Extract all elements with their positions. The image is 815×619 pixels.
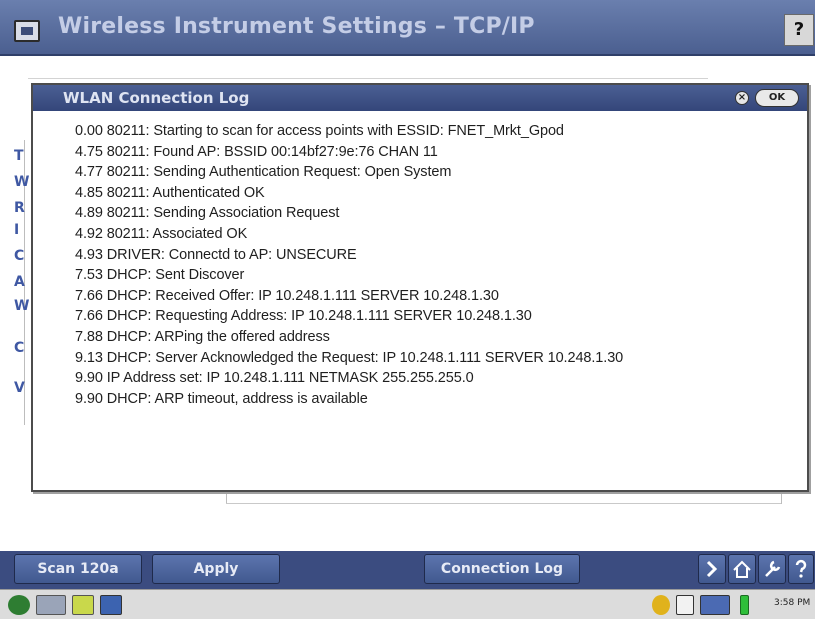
wrench-icon[interactable] — [758, 554, 786, 584]
log-line: 7.66 DHCP: Requesting Address: IP 10.248… — [75, 308, 532, 325]
connection-log-list: 0.00 80211: Starting to scan for access … — [75, 121, 805, 409]
log-line: 9.90 DHCP: ARP timeout, address is avail… — [75, 390, 368, 407]
log-line: 0.00 80211: Starting to scan for access … — [75, 123, 564, 139]
question-icon[interactable] — [788, 554, 814, 584]
window-switch-icon[interactable] — [100, 595, 122, 615]
window-titlebar: Wireless Instrument Settings – TCP/IP ? — [0, 0, 815, 56]
log-line: 4.85 80211: Authenticated OK — [75, 184, 265, 201]
background-divider — [781, 492, 782, 504]
apply-button-label: Apply — [193, 561, 239, 577]
dialog-titlebar: WLAN Connection Log × OK — [33, 85, 807, 111]
wlan-connection-log-dialog: WLAN Connection Log × OK 0.00 80211: Sta… — [31, 83, 809, 492]
notes-icon[interactable] — [72, 595, 94, 615]
background-label: W — [14, 174, 30, 190]
connection-log-button[interactable]: Connection Log — [424, 554, 580, 584]
background-label: T — [14, 148, 24, 164]
log-line: 4.89 80211: Sending Association Request — [75, 205, 340, 222]
background-label: A — [14, 274, 25, 290]
background-label: R — [14, 200, 25, 216]
notification-icon[interactable] — [652, 595, 670, 615]
ok-button[interactable]: OK — [755, 89, 799, 107]
log-line: 9.90 IP Address set: IP 10.248.1.111 NET… — [75, 370, 474, 387]
log-line: 9.13 DHCP: Server Acknowledged the Reque… — [75, 349, 624, 366]
home-icon[interactable] — [728, 554, 756, 584]
background-divider — [226, 503, 782, 504]
background-label: C — [14, 248, 25, 264]
button-bar: Scan 120a Apply Connection Log — [0, 551, 815, 589]
background-label: I — [14, 222, 20, 238]
log-line: 7.53 DHCP: Sent Discover — [75, 267, 245, 284]
battery-icon — [740, 595, 749, 615]
apply-button[interactable]: Apply — [152, 554, 280, 584]
log-line: 4.77 80211: Sending Authentication Reque… — [75, 164, 452, 181]
keyboard-icon[interactable] — [36, 595, 66, 615]
connection-log-button-label: Connection Log — [440, 561, 564, 577]
window-icon — [14, 20, 40, 42]
ok-button-label: OK — [768, 92, 786, 103]
log-line: 7.88 DHCP: ARPing the offered address — [75, 328, 330, 345]
log-line: 7.66 DHCP: Received Offer: IP 10.248.1.1… — [75, 287, 499, 304]
clipboard-icon[interactable] — [676, 595, 694, 615]
help-button-label: ? — [793, 19, 805, 40]
log-line: 4.75 80211: Found AP: BSSID 00:14bf27:9e… — [75, 143, 438, 160]
background-label: V — [14, 380, 25, 396]
background-label: W — [14, 298, 30, 314]
start-icon[interactable] — [8, 595, 30, 615]
chevron-right-icon[interactable] — [698, 554, 726, 584]
close-label: × — [737, 92, 747, 103]
window-title: Wireless Instrument Settings – TCP/IP — [58, 14, 535, 39]
scan-button-label: Scan 120a — [37, 561, 119, 577]
scan-button[interactable]: Scan 120a — [14, 554, 142, 584]
clock: 3:58 PM — [774, 598, 811, 608]
help-button[interactable]: ? — [784, 14, 814, 46]
log-line: 4.92 80211: Associated OK — [75, 225, 248, 242]
system-taskbar: 3:58 PM — [0, 589, 815, 619]
dialog-title: WLAN Connection Log — [63, 89, 250, 107]
background-divider — [28, 78, 708, 79]
log-line: 4.93 DRIVER: Connectd to AP: UNSECURE — [75, 246, 357, 263]
volume-icon[interactable] — [700, 595, 730, 615]
background-label: C — [14, 340, 25, 356]
close-icon[interactable]: × — [735, 91, 749, 105]
